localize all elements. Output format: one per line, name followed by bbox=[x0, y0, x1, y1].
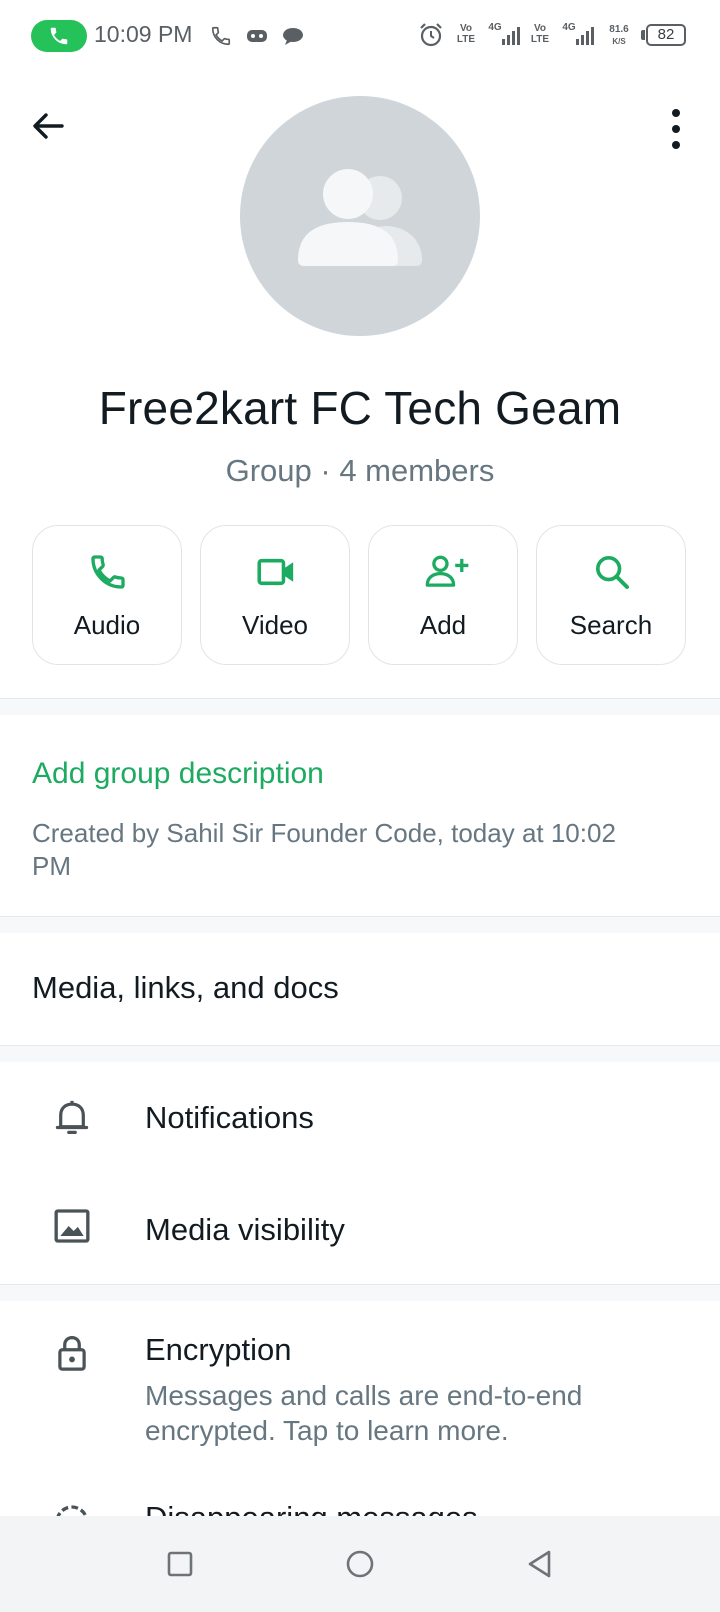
home-circle-icon[interactable] bbox=[336, 1540, 384, 1588]
signal-icon-2 bbox=[576, 27, 594, 45]
add-label: Add bbox=[419, 610, 467, 640]
add-member-button[interactable]: Add bbox=[368, 525, 518, 665]
image-icon bbox=[54, 1209, 90, 1243]
search-label: Search bbox=[569, 610, 653, 640]
signal-icon bbox=[502, 27, 520, 45]
lock-icon bbox=[58, 1336, 86, 1371]
search-button[interactable]: Search bbox=[536, 525, 686, 665]
back-arrow-icon[interactable] bbox=[26, 104, 70, 148]
encryption-label: Encryption bbox=[145, 1332, 292, 1367]
video-label: Video bbox=[241, 610, 309, 640]
notifications-row[interactable]: Notifications bbox=[0, 1062, 720, 1174]
video-camera-icon bbox=[257, 558, 294, 586]
disappearing-messages-row[interactable]: Disappearing messages bbox=[0, 1480, 720, 1516]
audio-label: Audio bbox=[73, 610, 141, 640]
battery-level: 82 bbox=[657, 26, 675, 43]
back-triangle-icon[interactable] bbox=[516, 1540, 564, 1588]
add-person-icon bbox=[425, 555, 469, 587]
battery-nub bbox=[641, 30, 645, 40]
bell-icon bbox=[55, 1100, 89, 1134]
group-name: Free2kart FC Tech Geam bbox=[98, 382, 622, 434]
phone-icon bbox=[211, 26, 231, 46]
status-bar: 10:09 PM Vo LTE 4G Vo LTE 4G 81.6 K/S 82 bbox=[0, 0, 720, 72]
disappearing-messages-label: Disappearing messages bbox=[145, 1500, 478, 1516]
media-visibility-row[interactable]: Media visibility bbox=[0, 1174, 720, 1284]
search-icon bbox=[596, 556, 629, 589]
media-links-label: Media, links, and docs bbox=[32, 970, 339, 1005]
phone-call-active-icon bbox=[50, 27, 68, 45]
chat-bubble-icon bbox=[283, 28, 303, 45]
timer-icon bbox=[56, 1505, 88, 1516]
add-group-description-link[interactable]: Add group description bbox=[32, 757, 324, 791]
net-speed-unit: K/S bbox=[612, 37, 626, 46]
media-visibility-label: Media visibility bbox=[145, 1212, 345, 1247]
media-links-docs-row[interactable]: Media, links, and docs bbox=[0, 935, 720, 1045]
gamepad-icon bbox=[247, 30, 267, 42]
video-call-button[interactable]: Video bbox=[200, 525, 350, 665]
ongoing-call-pill[interactable] bbox=[31, 20, 87, 52]
notifications-label: Notifications bbox=[145, 1100, 314, 1135]
section-divider bbox=[0, 698, 720, 715]
encryption-description: Messages and calls are end-to-end encryp… bbox=[145, 1380, 583, 1446]
more-options-icon[interactable] bbox=[658, 104, 694, 154]
alarm-icon bbox=[420, 23, 442, 47]
battery-icon: 82 bbox=[646, 24, 686, 46]
system-nav-bar bbox=[0, 1516, 720, 1612]
section-divider bbox=[0, 916, 720, 933]
group-subtitle: Group · 4 members bbox=[225, 453, 495, 488]
group-avatar[interactable] bbox=[240, 96, 480, 336]
phone-icon bbox=[91, 555, 125, 589]
status-time: 10:09 PM bbox=[94, 21, 193, 47]
volte-label-1: Vo LTE bbox=[456, 23, 476, 45]
net-speed-value: 81.6 bbox=[609, 24, 629, 35]
section-divider bbox=[0, 1284, 720, 1301]
recents-square-icon[interactable] bbox=[156, 1540, 204, 1588]
encryption-row[interactable]: Encryption Messages and calls are end-to… bbox=[0, 1302, 720, 1452]
audio-call-button[interactable]: Audio bbox=[32, 525, 182, 665]
section-divider bbox=[0, 1045, 720, 1062]
group-created-info: Created by Sahil Sir Founder Code, today… bbox=[32, 818, 616, 881]
group-people-icon bbox=[298, 169, 422, 266]
volte-label-2: Vo LTE bbox=[530, 23, 550, 45]
